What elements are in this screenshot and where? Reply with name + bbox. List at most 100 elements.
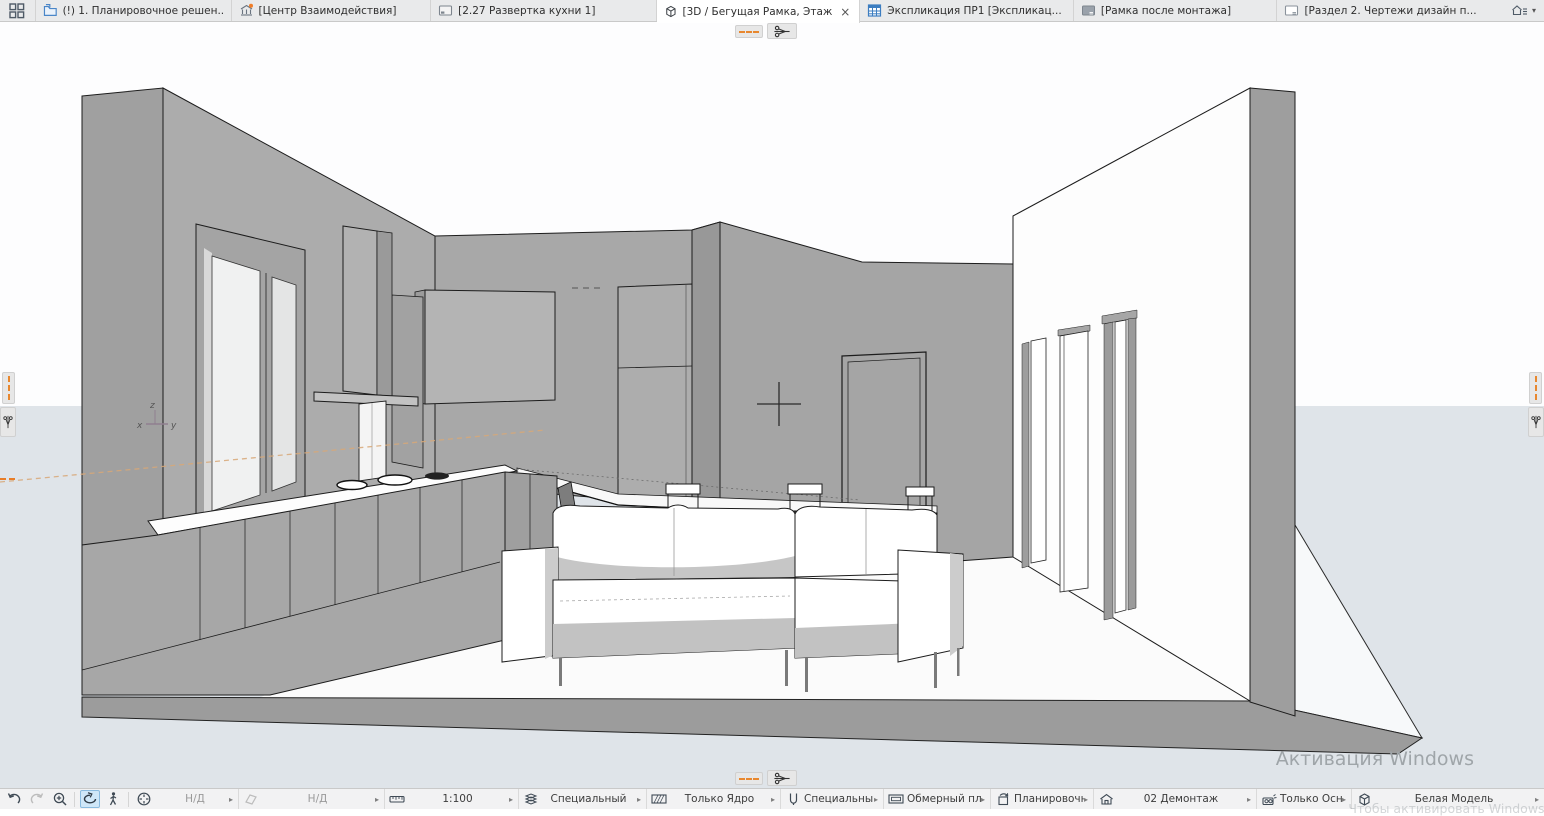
tab-label: [Рамка после монтажа]	[1101, 5, 1231, 17]
pen-set-flyout[interactable]: Специальный ▸	[780, 789, 883, 809]
marquee-dash-button-bottom[interactable]	[735, 772, 763, 785]
zoom-in-button[interactable]	[50, 790, 70, 808]
flyout-arrow-icon: ▸	[771, 795, 777, 804]
tab-label: [Центр Взаимодействия]	[259, 5, 397, 17]
tab-schedule[interactable]: Экспликация ПР1 [Экспликац...	[860, 0, 1074, 21]
tab-kitchen-elevation[interactable]: [2.27 Развертка кухни 1]	[431, 0, 657, 21]
fit-view-icon	[136, 791, 152, 807]
renovation-state-flyout[interactable]: 02 Демонтаж ▸	[1093, 789, 1256, 809]
status-bar: Н/Д ▸ Н/Д ▸ 1:100 ▸ Специальный ▸ Только…	[0, 788, 1544, 809]
flyout-arrow-icon: ▸	[1535, 795, 1541, 804]
svg-text:y: y	[170, 421, 177, 431]
zoom-value-flyout[interactable]: Н/Д ▸	[158, 789, 238, 809]
flyout-arrow-icon: ▸	[637, 795, 643, 804]
interaction-center-icon	[239, 3, 254, 18]
zoom-in-icon	[52, 791, 68, 807]
renovation-filter-value: Планировочн...	[1012, 793, 1084, 805]
quick-nav-group	[0, 790, 158, 808]
tab-overview-button[interactable]	[0, 0, 36, 21]
flyout-arrow-icon: ▸	[981, 795, 987, 804]
schedule-icon	[867, 3, 882, 18]
marquee-dash-button-right[interactable]	[1529, 372, 1542, 404]
marquee-dash-button-top[interactable]	[735, 25, 763, 38]
scissors-icon	[2, 415, 14, 429]
forward-button[interactable]	[27, 790, 47, 808]
orbit-button[interactable]	[80, 790, 100, 808]
pen-set-value: Специальный	[802, 793, 874, 805]
renovation-filter-icon	[996, 792, 1011, 806]
flyout-arrow-icon: ▸	[509, 795, 515, 804]
svg-text:x: x	[136, 421, 143, 431]
zoom-value: Н/Д	[161, 793, 229, 805]
pen-icon	[787, 792, 800, 806]
scissors-icon	[773, 772, 791, 785]
layer-combination-icon	[1261, 793, 1277, 806]
layers-icon	[523, 792, 539, 806]
model-style-flyout[interactable]: Белая Модель ▸	[1351, 789, 1544, 809]
grid-icon	[9, 3, 25, 19]
flyout-arrow-icon: ▸	[1084, 795, 1090, 804]
window	[196, 224, 305, 527]
flyout-arrow-icon: ▸	[375, 795, 381, 804]
walk-button[interactable]	[103, 790, 123, 808]
orientation-icon	[244, 792, 258, 806]
tab-label: [3D / Бегущая Рамка, Этаж 1]	[682, 6, 833, 18]
orientation-value: Н/Д	[260, 793, 375, 805]
3d-viewport[interactable]: z x y Активация Windows	[0, 22, 1544, 788]
marquee-dash-button-left[interactable]	[2, 372, 15, 404]
scale-value: 1:100	[406, 793, 509, 805]
tab-label: Экспликация ПР1 [Экспликац...	[887, 5, 1061, 17]
scissors-icon	[773, 25, 791, 38]
elevation-icon	[438, 3, 453, 18]
tall-cabinet	[618, 284, 692, 504]
marquee-scissors-button-right[interactable]	[1528, 407, 1544, 437]
marquee-scissors-button-left[interactable]	[0, 407, 16, 437]
renovation-filter-flyout[interactable]: Планировочн... ▸	[990, 789, 1093, 809]
tab-label: [2.27 Развертка кухни 1]	[458, 5, 595, 17]
walk-icon	[105, 791, 121, 807]
tab-3d-marquee[interactable]: [3D / Бегущая Рамка, Этаж 1] ×	[657, 0, 861, 23]
partial-structure-value: Только Ядро	[668, 793, 771, 805]
scale-flyout[interactable]: 1:100 ▸	[384, 789, 518, 809]
marquee-scissors-button-top[interactable]	[767, 23, 797, 39]
project-house-icon	[1511, 3, 1529, 18]
folder-icon	[43, 3, 58, 18]
layout-filled-icon	[1081, 3, 1096, 18]
model-view-flyout[interactable]: Обмерный пл... ▸	[883, 789, 990, 809]
model-style-value: Белая Модель	[1373, 793, 1535, 805]
layers-value: Специальный	[540, 793, 637, 805]
view-picker-button[interactable]: ▾	[1503, 0, 1544, 21]
back-button[interactable]	[4, 790, 24, 808]
orbit-icon	[82, 791, 98, 807]
model-view-value: Обмерный пл...	[905, 793, 981, 805]
marquee-scissors-button-bottom[interactable]	[767, 770, 797, 786]
flyout-arrow-icon: ▸	[229, 795, 235, 804]
partial-structure-flyout[interactable]: Только Ядро ▸	[646, 789, 780, 809]
tab-label: [Раздел 2. Чертежи дизайн п...	[1304, 5, 1476, 17]
scissors-icon	[1530, 415, 1542, 429]
layer-combination-value: Только Основ...	[1278, 793, 1342, 805]
orientation-flyout[interactable]: Н/Д ▸	[238, 789, 384, 809]
notification-dot	[249, 4, 253, 8]
3d-scene: z x y	[0, 22, 1544, 788]
tab-planning-solution[interactable]: (!) 1. Планировочное решен...	[36, 0, 232, 21]
fit-in-window-button[interactable]	[134, 790, 154, 808]
flyout-arrow-icon: ▸	[874, 795, 880, 804]
partial-structure-icon	[651, 793, 667, 805]
renovation-state-value: 02 Демонтаж	[1115, 793, 1247, 805]
svg-text:z: z	[149, 401, 155, 411]
layout-outline-icon	[1284, 3, 1299, 18]
tab-interaction-center[interactable]: [Центр Взаимодействия]	[232, 0, 432, 21]
layers-flyout[interactable]: Специальный ▸	[518, 789, 646, 809]
tab-bar: (!) 1. Планировочное решен... [Центр Вза…	[0, 0, 1544, 22]
flyout-arrow-icon: ▸	[1342, 795, 1348, 804]
tab-layout-after-montage[interactable]: [Рамка после монтажа]	[1074, 0, 1278, 21]
3d-view-icon	[664, 4, 678, 19]
tab-section2-drawings[interactable]: [Раздел 2. Чертежи дизайн п...	[1277, 0, 1503, 21]
tab-close-button[interactable]: ×	[838, 6, 852, 18]
layer-combination-flyout[interactable]: Только Основ... ▸	[1256, 789, 1351, 809]
model-view-icon	[888, 793, 904, 805]
model-3d-box-icon	[1357, 792, 1372, 807]
house-icon	[1099, 792, 1114, 806]
tab-label: (!) 1. Планировочное решен...	[63, 5, 224, 17]
